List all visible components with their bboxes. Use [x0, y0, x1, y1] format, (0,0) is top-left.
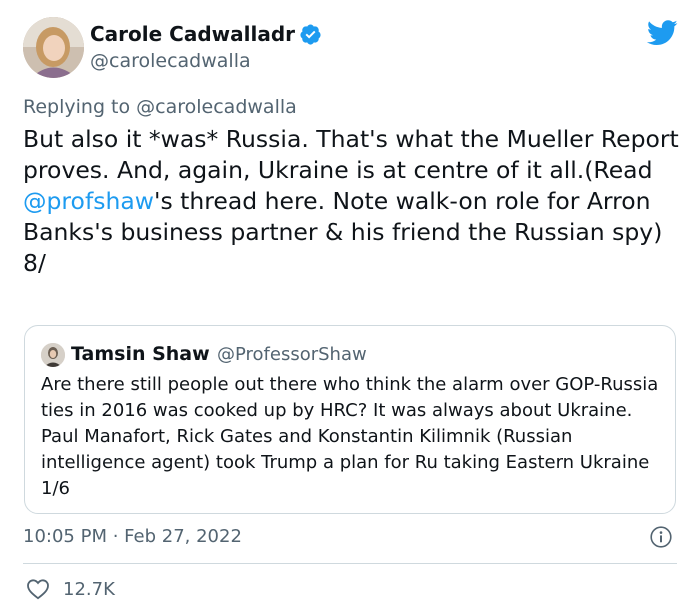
tweet-timestamp[interactable]: 10:05 PM · Feb 27, 2022: [23, 526, 242, 547]
twitter-bird-icon[interactable]: [646, 20, 678, 46]
tweet-text-before: But also it *was* Russia. That's what th…: [23, 125, 679, 184]
replying-to-prefix: Replying to: [23, 96, 137, 118]
info-icon[interactable]: [650, 526, 672, 548]
verified-badge-icon: [299, 23, 322, 46]
tweet-body: But also it *was* Russia. That's what th…: [23, 124, 683, 279]
quoted-tweet-text: Are there still people out there who thi…: [41, 374, 659, 499]
author-avatar[interactable]: [23, 17, 84, 78]
thread-marker: 8/: [23, 249, 46, 277]
like-count: 12.7K: [63, 578, 115, 600]
quoted-author-name[interactable]: Tamsin Shaw: [71, 343, 210, 365]
quoted-author-handle[interactable]: @ProfessorShaw: [217, 344, 367, 365]
quoted-tweet[interactable]: Tamsin Shaw @ProfessorShaw Are there sti…: [24, 325, 676, 514]
replying-to-line: Replying to @carolecadwalla: [23, 96, 297, 118]
quoted-author-avatar[interactable]: [41, 343, 65, 367]
like-button[interactable]: 12.7K: [26, 578, 115, 600]
divider: [23, 563, 677, 564]
author-name[interactable]: Carole Cadwalladr: [90, 22, 322, 46]
heart-icon[interactable]: [26, 578, 50, 600]
author-handle[interactable]: @carolecadwalla: [90, 50, 251, 72]
author-name-text[interactable]: Carole Cadwalladr: [90, 22, 295, 46]
mention-link[interactable]: @profshaw: [23, 187, 154, 215]
replying-to-handle[interactable]: @carolecadwalla: [136, 96, 297, 118]
